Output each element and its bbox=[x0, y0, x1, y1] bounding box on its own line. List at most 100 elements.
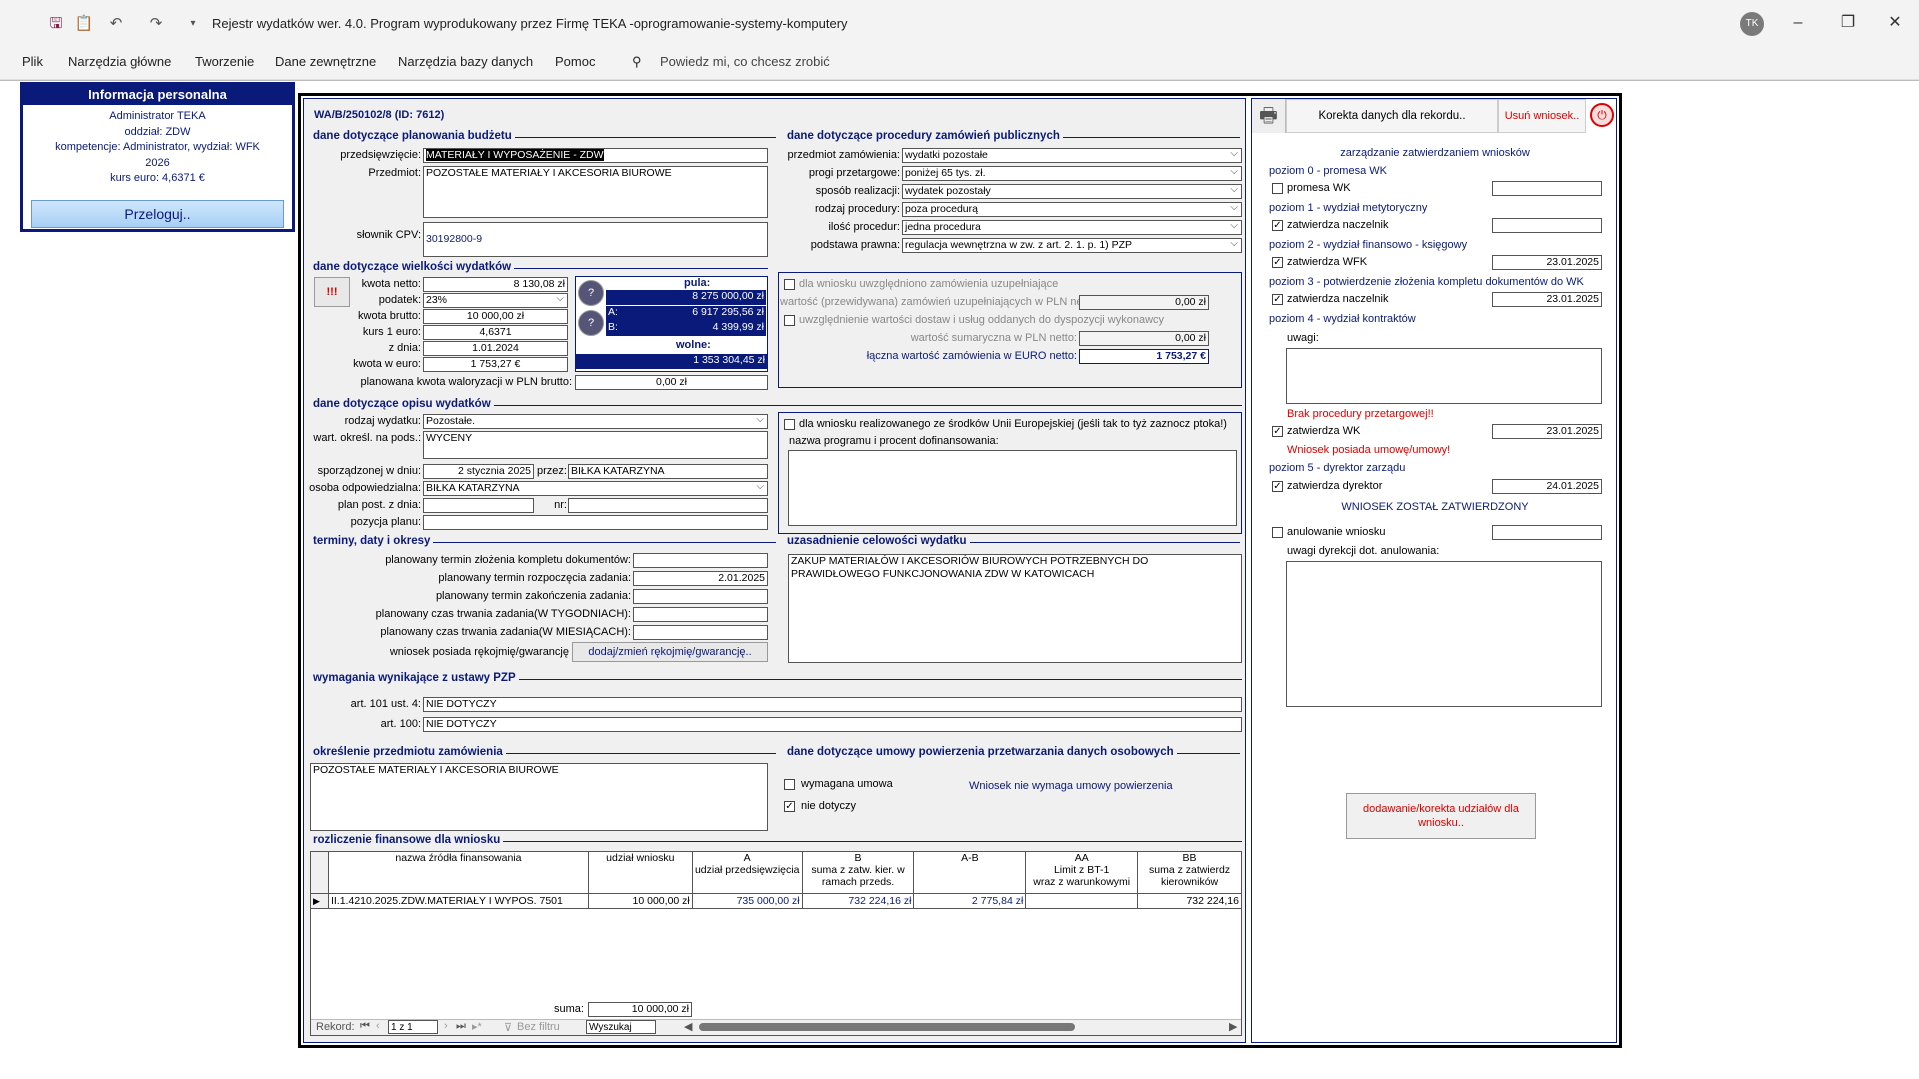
warranty-button[interactable]: dodaj/zmień rękojmię/gwarancję.. bbox=[572, 642, 768, 662]
supplementary-checkbox[interactable] bbox=[784, 279, 795, 290]
contract-required-checkbox[interactable] bbox=[784, 779, 795, 790]
relogin-button[interactable]: Przeloguj.. bbox=[31, 200, 284, 228]
level3-approve-label: zatwierdza naczelnik bbox=[1287, 293, 1389, 305]
justification-field[interactable]: ZAKUP MATERIAŁÓW I AKCESORIÓW BIUROWYCH … bbox=[788, 554, 1242, 663]
scroll-left-icon[interactable]: ◀ bbox=[684, 1020, 692, 1033]
level3-date[interactable]: 23.01.2025 bbox=[1492, 292, 1602, 307]
eu-checkbox[interactable] bbox=[784, 419, 795, 430]
subject-def-field[interactable]: POZOSTAŁE MATERIAŁY I AKCESORIA BIUROWE bbox=[310, 763, 768, 831]
nr-field[interactable] bbox=[568, 498, 768, 513]
proc-count-select[interactable]: jedna procedura bbox=[902, 220, 1242, 235]
cancel-checkbox[interactable] bbox=[1272, 527, 1283, 538]
rate-date-field[interactable]: 1.01.2024 bbox=[423, 341, 568, 356]
supplementary-value-field[interactable]: 0,00 zł bbox=[1079, 295, 1209, 310]
tab-dane-zewnetrzne[interactable]: Dane zewnętrzne bbox=[275, 54, 376, 69]
rate-field[interactable]: 4,6371 bbox=[423, 325, 568, 340]
net-field[interactable]: 8 130,08 zł bbox=[423, 277, 568, 292]
next-record-icon[interactable]: › bbox=[444, 1020, 448, 1032]
help-icon[interactable]: ? bbox=[578, 280, 604, 306]
filter-label[interactable]: Bez filtru bbox=[517, 1021, 560, 1033]
level1-date[interactable] bbox=[1492, 218, 1602, 233]
avatar[interactable]: TK bbox=[1740, 12, 1764, 36]
tab-tworzenie[interactable]: Tworzenie bbox=[195, 54, 254, 69]
art100-field[interactable]: NIE DOTYCZY bbox=[423, 717, 1242, 732]
level3-checkbox[interactable]: ✓ bbox=[1272, 294, 1283, 305]
level2-checkbox[interactable]: ✓ bbox=[1272, 257, 1283, 268]
not-applicable-checkbox[interactable]: ✓ bbox=[784, 801, 795, 812]
last-record-icon[interactable]: ⏭ bbox=[456, 1020, 466, 1033]
responsible-select[interactable]: BIŁKA KATARZYNA bbox=[423, 481, 768, 496]
undo-icon[interactable]: ↶ bbox=[105, 14, 127, 34]
help-icon[interactable]: ? bbox=[578, 310, 604, 336]
cell-share[interactable]: 10 000,00 zł bbox=[587, 893, 693, 909]
row-selector-icon[interactable]: ▶ bbox=[310, 893, 329, 909]
scroll-right-icon[interactable]: ▶ bbox=[1229, 1020, 1237, 1033]
shares-button[interactable]: dodawanie/korekta udziałów dla wniosku.. bbox=[1346, 793, 1536, 839]
tab-narzedzia-bazy-danych[interactable]: Narzędzia bazy danych bbox=[398, 54, 533, 69]
level5-date[interactable]: 24.01.2025 bbox=[1492, 479, 1602, 494]
gross-field[interactable]: 10 000,00 zł bbox=[423, 309, 568, 324]
term4-field[interactable] bbox=[633, 607, 768, 622]
level4-checkbox[interactable]: ✓ bbox=[1272, 426, 1283, 437]
level4-date[interactable]: 23.01.2025 bbox=[1492, 424, 1602, 439]
close-icon[interactable]: ✕ bbox=[1880, 10, 1910, 36]
art101-field[interactable]: NIE DOTYCZY bbox=[423, 697, 1242, 712]
tab-narzedzia-glowne[interactable]: Narzędzia główne bbox=[68, 54, 171, 69]
power-off-icon[interactable]: ⏻ bbox=[1590, 103, 1614, 127]
correction-button[interactable]: Korekta danych dla rekordu.. bbox=[1286, 99, 1498, 133]
table-row[interactable]: ▶ II.1.4210.2025.ZDW.MATERIAŁY I WYPOS. … bbox=[310, 893, 1242, 909]
kind-select[interactable]: Pozostałe. bbox=[423, 414, 768, 429]
delete-request-button[interactable]: Usuń wniosek.. bbox=[1498, 99, 1586, 133]
redo-icon[interactable]: ↷ bbox=[145, 14, 167, 34]
search-field[interactable]: Wyszukaj bbox=[586, 1020, 656, 1034]
method-select[interactable]: wydatek pozostały bbox=[902, 184, 1242, 199]
threshold-select[interactable]: poniżej 65 tys. zł. bbox=[902, 166, 1242, 181]
cancel-date[interactable] bbox=[1492, 525, 1602, 540]
filter-icon[interactable]: ⊽ bbox=[504, 1021, 512, 1034]
tab-plik[interactable]: Plik bbox=[22, 54, 43, 69]
tab-pomoc[interactable]: Pomoc bbox=[555, 54, 595, 69]
position-field[interactable] bbox=[423, 515, 768, 530]
proc-subject-select[interactable]: wydatki pozostałe bbox=[902, 148, 1242, 163]
proc-type-select[interactable]: poza procedurą bbox=[902, 202, 1242, 217]
term3-field[interactable] bbox=[633, 589, 768, 604]
nav-position[interactable]: 1 z 1 bbox=[388, 1020, 438, 1034]
paste-icon[interactable]: 📋 bbox=[73, 14, 95, 34]
level5-checkbox[interactable]: ✓ bbox=[1272, 481, 1283, 492]
legal-basis-select[interactable]: regulacja wewnętrzna w zw. z art. 2. 1. … bbox=[902, 238, 1242, 253]
term5-field[interactable] bbox=[633, 625, 768, 640]
subject-field[interactable]: POZOSTAŁE MATERIAŁY I AKCESORIA BIUROWE bbox=[423, 166, 768, 218]
level1-checkbox[interactable]: ✓ bbox=[1272, 220, 1283, 231]
promise-checkbox[interactable] bbox=[1272, 183, 1283, 194]
tax-select[interactable]: 23% bbox=[423, 293, 568, 308]
cpv-field[interactable]: 30192800-9 bbox=[423, 222, 768, 257]
restore-icon[interactable]: ❐ bbox=[1833, 10, 1863, 36]
horizontal-scrollbar[interactable] bbox=[699, 1023, 1075, 1031]
new-record-icon[interactable]: ▸* bbox=[472, 1020, 482, 1033]
eu-program-field[interactable] bbox=[788, 450, 1237, 526]
term1-field[interactable] bbox=[633, 553, 768, 568]
cancel-remarks-field[interactable] bbox=[1286, 561, 1602, 707]
valorization-field[interactable]: 0,00 zł bbox=[575, 375, 768, 390]
undertaking-field[interactable]: MATERIAŁY I WYPOSAŻENIE - ZDW bbox=[423, 148, 768, 163]
prepared-field[interactable]: 2 stycznia 2025 bbox=[423, 464, 534, 479]
term2-field[interactable]: 2.01.2025 bbox=[633, 571, 768, 586]
customize-quick-access-icon[interactable]: ▾ bbox=[182, 14, 204, 34]
request-form: WA/B/250102/8 (ID: 7612) dane dotyczące … bbox=[303, 98, 1246, 1043]
save-icon[interactable]: 🖫 bbox=[45, 14, 67, 34]
first-record-icon[interactable]: ⏮ bbox=[360, 1020, 370, 1033]
minimize-icon[interactable]: – bbox=[1783, 10, 1813, 36]
remarks-field[interactable] bbox=[1286, 348, 1602, 404]
level2-date[interactable]: 23.01.2025 bbox=[1492, 255, 1602, 270]
eur-field[interactable]: 1 753,27 € bbox=[423, 357, 568, 372]
prev-record-icon[interactable]: ‹ bbox=[376, 1020, 380, 1032]
promise-date[interactable] bbox=[1492, 181, 1602, 196]
sum-value-field[interactable]: 0,00 zł bbox=[1079, 331, 1209, 346]
include-deliveries-checkbox[interactable] bbox=[784, 315, 795, 326]
plan-date-field[interactable] bbox=[423, 498, 534, 513]
tell-me-input[interactable]: Powiedz mi, co chcesz zrobić bbox=[660, 54, 830, 69]
printer-icon[interactable]: 🖶 bbox=[1252, 99, 1286, 133]
cell-source[interactable]: II.1.4210.2025.ZDW.MATERIAŁY I WYPOS. 75… bbox=[327, 893, 589, 909]
by-field[interactable]: BIŁKA KATARZYNA bbox=[568, 464, 768, 479]
basis-field[interactable]: WYCENY bbox=[423, 431, 768, 459]
